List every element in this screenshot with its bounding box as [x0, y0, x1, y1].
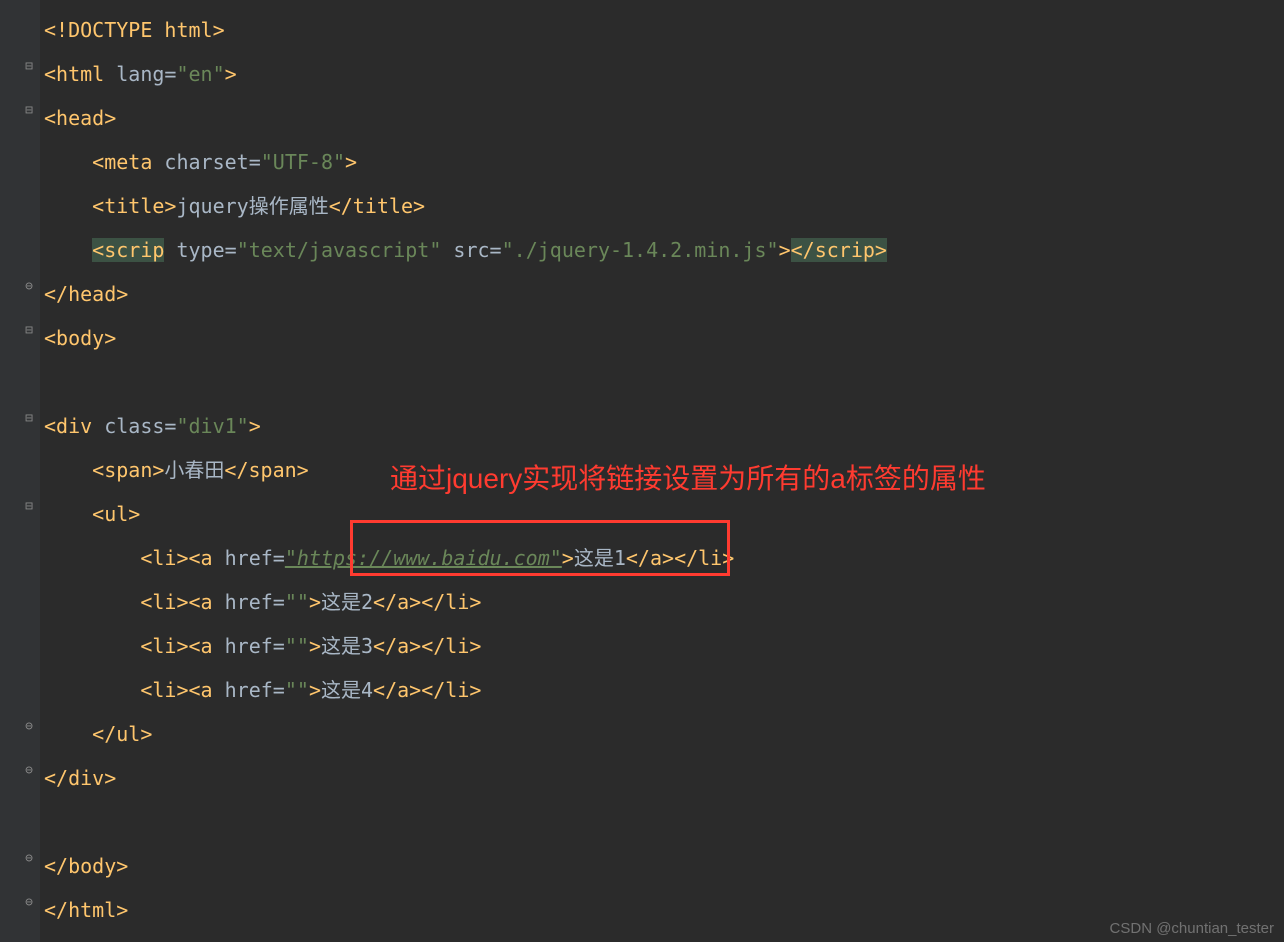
code-line: <li><a href="">这是3</a></li> [44, 624, 1284, 668]
code-line: <li><a href="">这是2</a></li> [44, 580, 1284, 624]
code-line: <div class="div1"> [44, 404, 1284, 448]
fold-icon[interactable]: ⊟ [22, 104, 36, 118]
annotation-text: 通过jquery实现将链接设置为所有的a标签的属性 [390, 465, 986, 493]
code-line: </html> [44, 888, 1284, 932]
fold-icon[interactable]: ⊖ [22, 280, 36, 294]
fold-icon[interactable]: ⊖ [22, 896, 36, 910]
code-line: <meta charset="UTF-8"> [44, 140, 1284, 184]
code-line: <title>jquery操作属性</title> [44, 184, 1284, 228]
fold-icon[interactable]: ⊖ [22, 852, 36, 866]
fold-icon[interactable]: ⊟ [22, 412, 36, 426]
fold-icon[interactable]: ⊖ [22, 764, 36, 778]
fold-icon[interactable]: ⊟ [22, 324, 36, 338]
code-line: <html lang="en"> [44, 52, 1284, 96]
code-line: </ul> [44, 712, 1284, 756]
error-tag: </scrip> [791, 238, 887, 262]
code-line [44, 800, 1284, 844]
code-line [44, 360, 1284, 404]
code-line: <li><a href="">这是4</a></li> [44, 668, 1284, 712]
gutter: ⊟ ⊟ ⊖ ⊟ ⊟ ⊟ ⊖ ⊖ ⊖ ⊖ [0, 0, 40, 942]
code-line: </body> [44, 844, 1284, 888]
code-line: </div> [44, 756, 1284, 800]
doctype: <!DOCTYPE html> [44, 18, 225, 42]
code-line: </head> [44, 272, 1284, 316]
code-line: <scrip type="text/javascript" src="./jqu… [44, 228, 1284, 272]
code-line: <body> [44, 316, 1284, 360]
fold-icon[interactable]: ⊟ [22, 500, 36, 514]
error-tag: <scrip [92, 238, 164, 262]
annotation-box [350, 520, 730, 576]
code-line: <!DOCTYPE html> [44, 8, 1284, 52]
fold-icon[interactable]: ⊖ [22, 720, 36, 734]
code-line: <head> [44, 96, 1284, 140]
watermark: CSDN @chuntian_tester [1110, 921, 1274, 936]
fold-icon[interactable]: ⊟ [22, 60, 36, 74]
